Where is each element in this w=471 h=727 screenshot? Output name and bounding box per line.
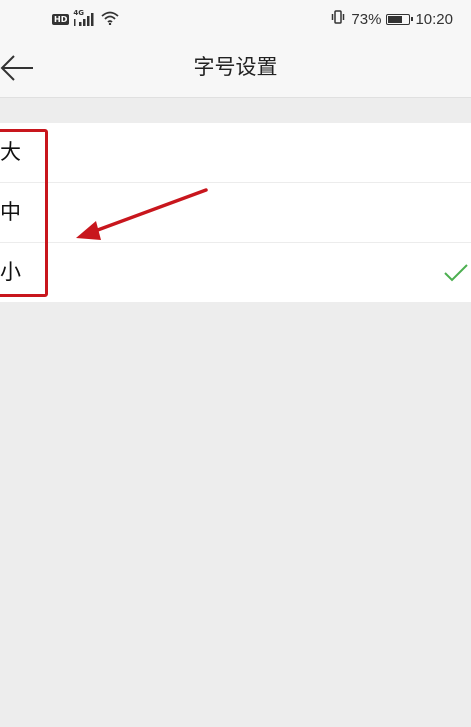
- vibrate-icon: [330, 9, 346, 29]
- battery-percent: 73%: [351, 10, 382, 28]
- status-right: 73% 10:20: [330, 8, 453, 30]
- font-size-option-list: 大 中 小: [0, 123, 471, 302]
- option-label: 小: [0, 260, 21, 284]
- battery-tip: [411, 16, 414, 21]
- option-medium[interactable]: 中: [0, 183, 471, 243]
- arrow-left-icon: [0, 55, 33, 81]
- battery-icon: [386, 13, 414, 25]
- status-left: HD 4G: [52, 9, 119, 29]
- option-label: 大: [0, 140, 21, 164]
- hd-badge: HD: [52, 13, 70, 25]
- nav-bar: 字号设置: [0, 38, 471, 98]
- wifi-icon: [101, 10, 119, 29]
- signal-icon: 4G: [73, 9, 97, 27]
- option-large[interactable]: 大: [0, 123, 471, 183]
- battery-fill: [388, 15, 402, 23]
- check-icon: [444, 264, 468, 282]
- option-small[interactable]: 小: [0, 243, 471, 302]
- clock: 10:20: [415, 10, 453, 28]
- annotation-arrow: [76, 188, 208, 240]
- status-bar: HD 4G 73% 10:20: [0, 0, 471, 38]
- option-label: 中: [0, 200, 21, 224]
- back-button[interactable]: [0, 48, 40, 88]
- font-size-settings-screen: HD 4G 73% 10:20 字号设置 大 中 小: [0, 0, 471, 727]
- page-title: 字号设置: [193, 55, 278, 79]
